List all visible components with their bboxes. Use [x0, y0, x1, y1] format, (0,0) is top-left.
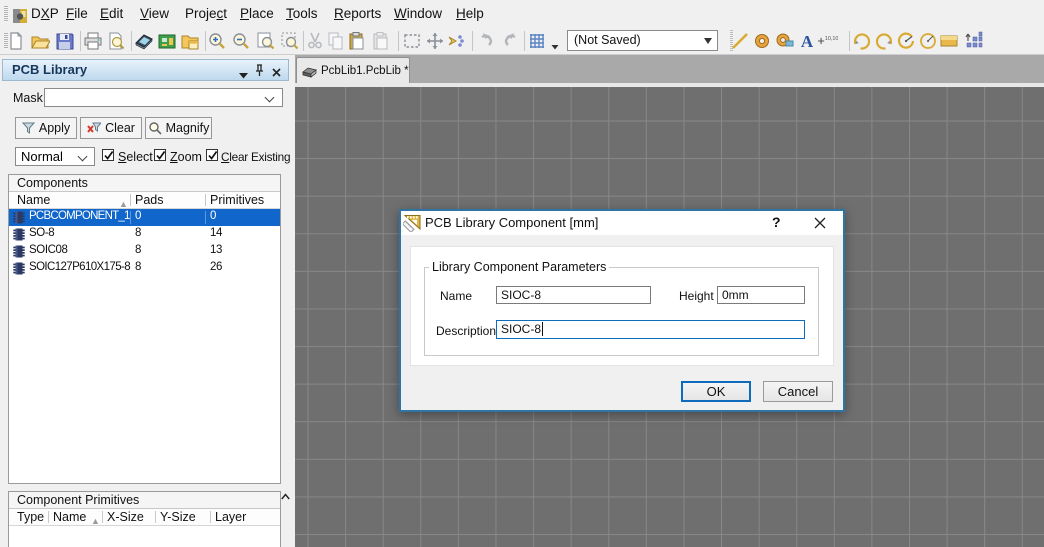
- svg-text:A: A: [801, 32, 814, 51]
- svg-text:10,10: 10,10: [825, 36, 838, 42]
